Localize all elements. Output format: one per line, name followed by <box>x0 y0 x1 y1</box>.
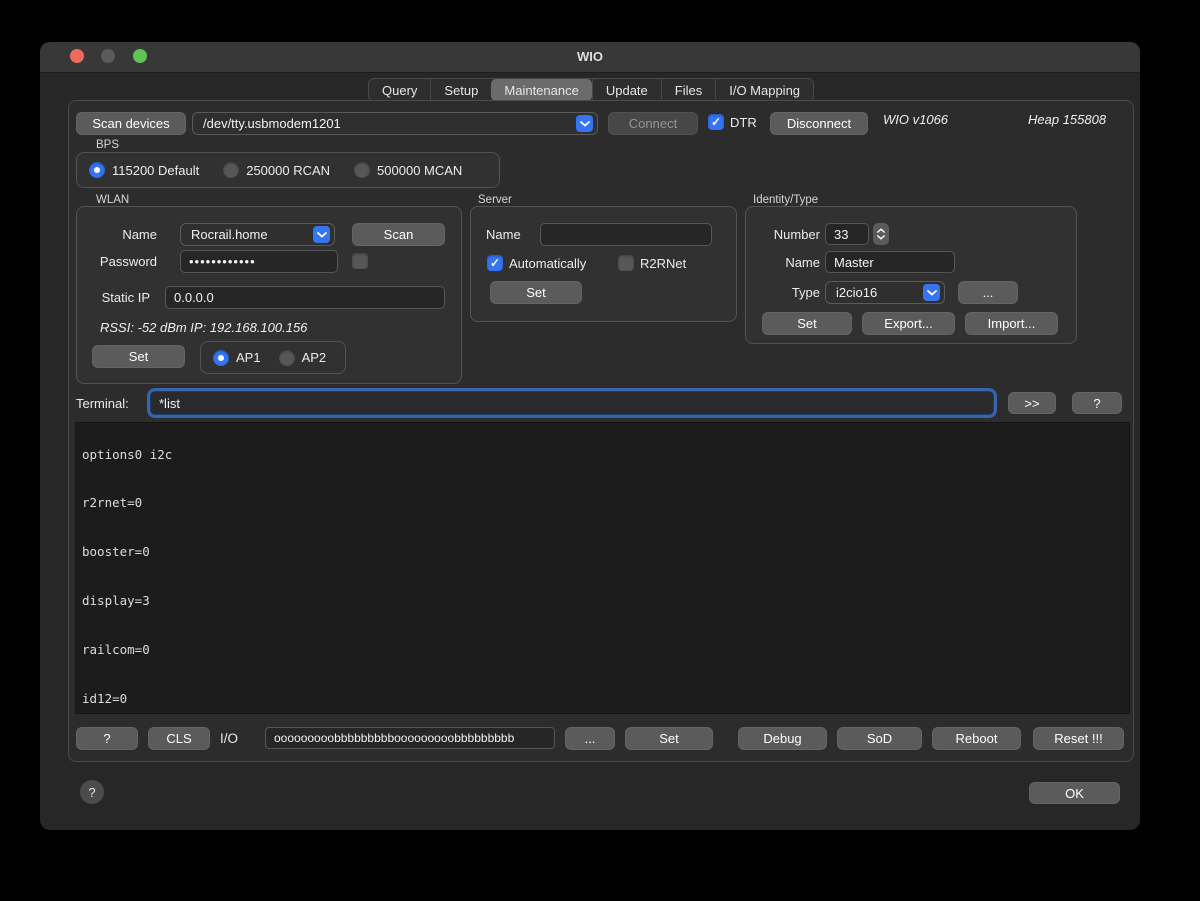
io-set-button[interactable]: Set <box>625 727 713 750</box>
terminal-help-button[interactable]: ? <box>1072 392 1122 414</box>
wlan-status-text: RSSI: -52 dBm IP: 192.168.100.156 <box>100 320 307 335</box>
wlan-group-label: WLAN <box>96 194 129 206</box>
connect-button[interactable]: Connect <box>608 112 698 135</box>
bps-250000-radio[interactable]: 250000 RCAN <box>223 162 330 178</box>
bps-115200-radio[interactable]: 115200 Default <box>89 162 199 178</box>
terminal-output[interactable]: options0 i2c r2rnet=0 booster=0 display=… <box>75 422 1130 714</box>
radio-unselected-icon <box>279 350 295 366</box>
server-name-label: Name <box>486 227 521 242</box>
identity-export-button[interactable]: Export... <box>862 312 955 335</box>
tab-maintenance[interactable]: Maintenance <box>491 79 591 101</box>
debug-button[interactable]: Debug <box>738 727 827 750</box>
chevron-down-icon <box>923 284 940 301</box>
bps-group-label: BPS <box>96 139 119 151</box>
titlebar: WIO <box>40 42 1140 73</box>
chevron-down-icon <box>313 226 330 243</box>
tab-setup[interactable]: Setup <box>430 79 491 101</box>
tab-query[interactable]: Query <box>369 79 430 101</box>
bps-500000-radio[interactable]: 500000 MCAN <box>354 162 462 178</box>
wlan-password-label: Password <box>82 254 157 269</box>
identity-name-input[interactable] <box>825 251 955 273</box>
ap1-radio[interactable]: AP1 <box>213 350 261 366</box>
server-group-label: Server <box>478 194 512 206</box>
tab-io-mapping[interactable]: I/O Mapping <box>715 79 813 101</box>
identity-import-button[interactable]: Import... <box>965 312 1058 335</box>
identity-group-label: Identity/Type <box>753 194 818 206</box>
tab-files[interactable]: Files <box>661 79 715 101</box>
chevron-up-icon <box>877 228 885 233</box>
wlan-set-button[interactable]: Set <box>92 345 185 368</box>
radio-selected-icon <box>89 162 105 178</box>
identity-set-button[interactable]: Set <box>762 312 852 335</box>
reboot-button[interactable]: Reboot <box>932 727 1021 750</box>
wlan-scan-button[interactable]: Scan <box>352 223 445 246</box>
ap2-radio[interactable]: AP2 <box>279 350 327 366</box>
radio-selected-icon <box>213 350 229 366</box>
heap-size-text: Heap 155808 <box>1028 112 1106 127</box>
identity-number-input[interactable] <box>825 223 869 245</box>
io-label: I/O <box>220 731 238 746</box>
identity-type-label: Type <box>752 285 820 300</box>
tab-bar: Query Setup Maintenance Update Files I/O… <box>368 78 814 102</box>
number-stepper[interactable] <box>873 223 889 245</box>
radio-unselected-icon <box>354 162 370 178</box>
bps-115200-label: 115200 Default <box>112 163 199 178</box>
device-select-value: /dev/tty.usbmodem1201 <box>203 116 341 131</box>
terminal-output-lines: options0 i2c r2rnet=0 booster=0 display=… <box>82 422 1129 714</box>
ok-button[interactable]: OK <box>1029 782 1120 804</box>
reset-button[interactable]: Reset !!! <box>1033 727 1124 750</box>
ap2-label: AP2 <box>302 350 327 365</box>
io-state-input[interactable] <box>265 727 555 749</box>
identity-more-button[interactable]: ... <box>958 281 1018 304</box>
wlan-ap-radio-group: AP1 AP2 <box>200 341 346 374</box>
identity-name-label: Name <box>752 255 820 270</box>
wlan-name-select[interactable]: Rocrail.home <box>180 223 335 246</box>
window-title: WIO <box>40 49 1140 64</box>
cls-button[interactable]: CLS <box>148 727 210 750</box>
server-r2rnet-label: R2RNet <box>640 256 686 271</box>
dtr-label: DTR <box>730 115 757 130</box>
terminal-send-button[interactable]: >> <box>1008 392 1056 414</box>
app-window: WIO Query Setup Maintenance Update Files… <box>40 42 1140 830</box>
server-name-input[interactable] <box>540 223 712 246</box>
identity-type-value: i2cio16 <box>836 285 877 300</box>
bps-500000-label: 500000 MCAN <box>377 163 462 178</box>
server-auto-label: Automatically <box>509 256 586 271</box>
identity-number-label: Number <box>752 227 820 242</box>
wlan-static-ip-input[interactable] <box>165 286 445 309</box>
checkbox-checked-icon: ✓ <box>487 255 503 271</box>
terminal-input[interactable] <box>150 391 994 415</box>
ap1-label: AP1 <box>236 350 261 365</box>
bottom-help-button[interactable]: ? <box>76 727 138 750</box>
wlan-static-ip-label: Static IP <box>82 290 150 305</box>
terminal-label: Terminal: <box>76 396 129 411</box>
device-select[interactable]: /dev/tty.usbmodem1201 <box>192 112 598 135</box>
firmware-version-text: WIO v1066 <box>883 112 948 127</box>
server-r2rnet-checkbox[interactable]: R2RNet <box>618 255 686 271</box>
chevron-down-icon <box>576 115 593 132</box>
tab-update[interactable]: Update <box>592 79 661 101</box>
io-more-button[interactable]: ... <box>565 727 615 750</box>
bps-radio-group: 115200 Default 250000 RCAN 500000 MCAN <box>76 152 500 188</box>
checkbox-checked-icon: ✓ <box>708 114 724 130</box>
wlan-password-input[interactable] <box>180 250 338 273</box>
wlan-password-show-checkbox[interactable] <box>352 253 368 269</box>
bps-250000-label: 250000 RCAN <box>246 163 330 178</box>
scan-devices-button[interactable]: Scan devices <box>76 112 186 135</box>
checkbox-unchecked-icon <box>618 255 634 271</box>
wlan-name-value: Rocrail.home <box>191 227 268 242</box>
wlan-name-label: Name <box>87 227 157 242</box>
dtr-checkbox[interactable]: ✓ DTR <box>708 114 757 130</box>
footer-help-button[interactable]: ? <box>80 780 104 804</box>
identity-type-select[interactable]: i2cio16 <box>825 281 945 304</box>
chevron-down-icon <box>877 235 885 240</box>
server-set-button[interactable]: Set <box>490 281 582 304</box>
sod-button[interactable]: SoD <box>837 727 922 750</box>
radio-unselected-icon <box>223 162 239 178</box>
disconnect-button[interactable]: Disconnect <box>770 112 868 135</box>
server-auto-checkbox[interactable]: ✓ Automatically <box>487 255 586 271</box>
